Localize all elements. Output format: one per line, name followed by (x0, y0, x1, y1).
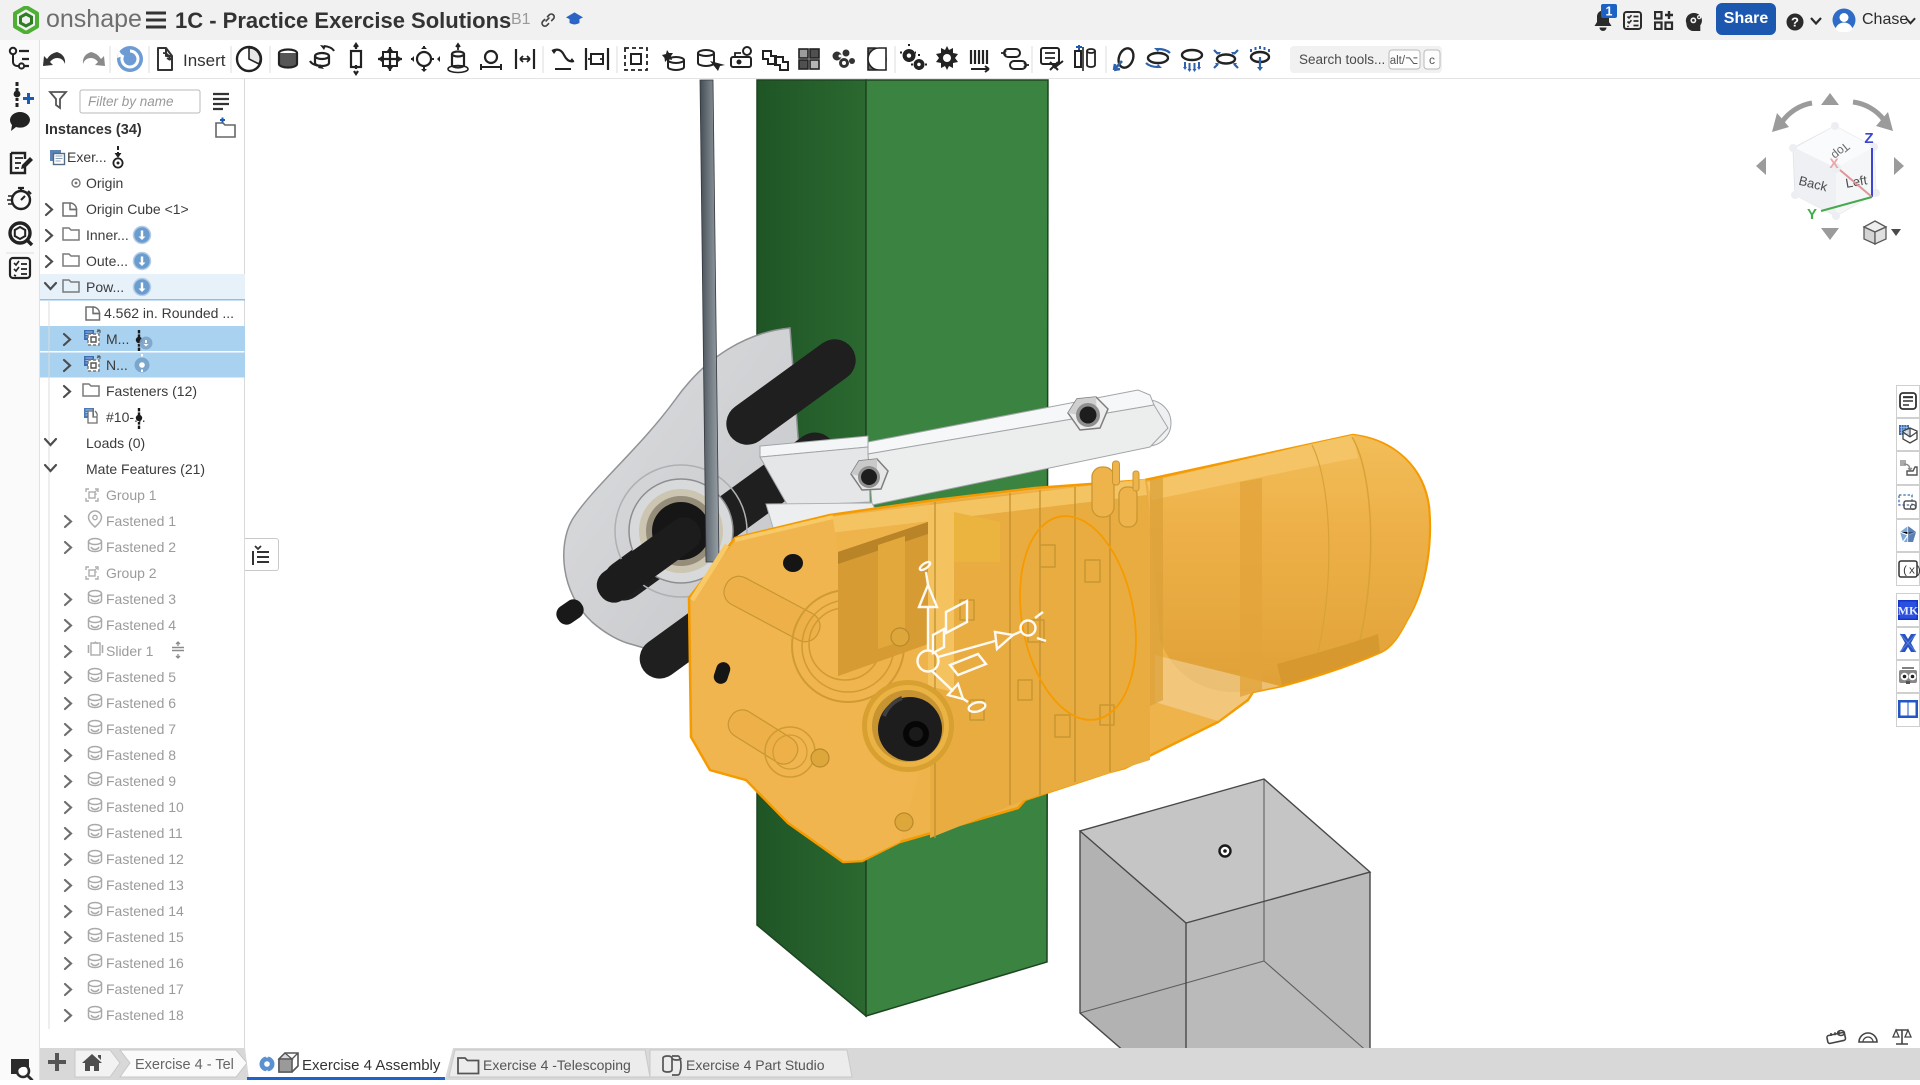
svg-text:Fastened 8: Fastened 8 (106, 747, 176, 763)
svg-text:1: 1 (1606, 5, 1613, 19)
svg-text:Fastened 1: Fastened 1 (106, 513, 176, 529)
svg-text:Fastened 16: Fastened 16 (106, 955, 184, 971)
svg-text:Fastened 9: Fastened 9 (106, 773, 176, 789)
svg-text:Fastened 5: Fastened 5 (106, 669, 176, 685)
svg-text:Fastened 13: Fastened 13 (106, 877, 184, 893)
svg-text:Fastened 18: Fastened 18 (106, 1007, 184, 1023)
svg-text:Group 2: Group 2 (106, 565, 157, 581)
svg-text:Exercise 4 Part Studio: Exercise 4 Part Studio (686, 1057, 825, 1073)
svg-text:Insert: Insert (183, 51, 226, 70)
svg-text:Origin: Origin (86, 175, 123, 191)
svg-text:Search tools...: Search tools... (1299, 52, 1385, 67)
svg-text:c: c (1429, 53, 1435, 67)
svg-text:Exercise 4 - Tel: Exercise 4 - Tel (135, 1057, 234, 1073)
svg-text:Filter by name: Filter by name (88, 94, 174, 109)
svg-text:Oute...: Oute... (86, 253, 128, 269)
svg-text:Fasteners (12): Fasteners (12) (106, 383, 197, 399)
svg-text:X: X (1829, 155, 1839, 171)
svg-text:alt/⌥: alt/⌥ (1390, 55, 1419, 67)
svg-text:Exercise 4 -Telescoping: Exercise 4 -Telescoping (483, 1057, 631, 1073)
svg-text:4.562 in. Rounded ...: 4.562 in. Rounded ... (104, 305, 234, 321)
svg-text:Exercise 4 Assembly: Exercise 4 Assembly (302, 1057, 441, 1074)
svg-text:Inner...: Inner... (86, 227, 129, 243)
svg-text:Fastened 14: Fastened 14 (106, 903, 184, 919)
svg-text:Instances (34): Instances (34) (45, 122, 142, 138)
svg-text:Y: Y (1807, 206, 1817, 223)
svg-text:Slider 1: Slider 1 (106, 643, 154, 659)
svg-text:Fastened 3: Fastened 3 (106, 591, 176, 607)
svg-text:MK: MK (1898, 604, 1919, 618)
svg-text:Fastened 15: Fastened 15 (106, 929, 184, 945)
svg-text:M...: M... (106, 331, 129, 347)
svg-text:(x): (x) (1902, 566, 1920, 578)
svg-text:Exer...: Exer... (67, 149, 107, 165)
svg-text:Z: Z (1864, 130, 1873, 147)
svg-text:N...: N... (106, 357, 128, 373)
svg-text:?: ? (1791, 15, 1799, 30)
svg-text:Mate Features (21): Mate Features (21) (86, 461, 205, 477)
svg-text:Fastened 17: Fastened 17 (106, 981, 184, 997)
svg-text:Fastened 7: Fastened 7 (106, 721, 176, 737)
svg-text:Fastened 12: Fastened 12 (106, 851, 184, 867)
svg-text:Origin Cube <1>: Origin Cube <1> (86, 201, 189, 217)
svg-text:Fastened 6: Fastened 6 (106, 695, 176, 711)
svg-text:Fastened 11: Fastened 11 (106, 825, 183, 841)
svg-text:Fastened 10: Fastened 10 (106, 799, 184, 815)
svg-text:Fastened 4: Fastened 4 (106, 617, 176, 633)
svg-text:Group 1: Group 1 (106, 487, 157, 503)
svg-text:Pow...: Pow... (86, 279, 124, 295)
svg-text:Fastened 2: Fastened 2 (106, 539, 176, 555)
svg-text:Loads (0): Loads (0) (86, 435, 145, 451)
